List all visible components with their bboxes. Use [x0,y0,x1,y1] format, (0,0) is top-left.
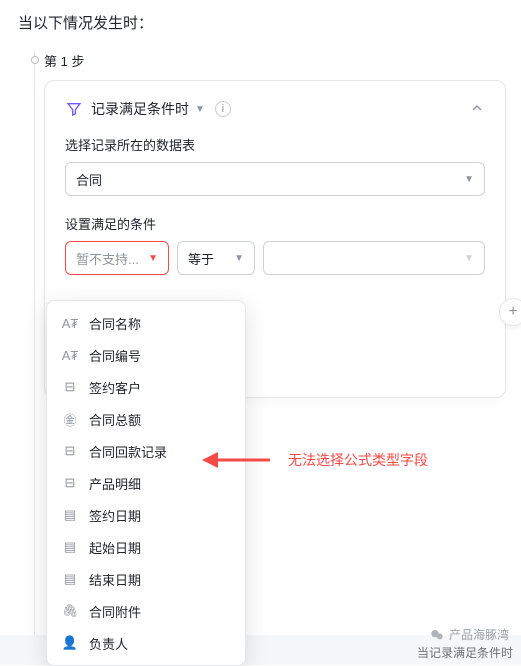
attach-icon: 🖇 [61,602,79,620]
dropdown-item-label: 合同回款记录 [89,442,167,461]
dropdown-item-label: 合同名称 [89,314,141,333]
condition-label: 设置满足的条件 [65,214,485,233]
date-icon: ▤ [61,538,79,556]
card-title: 记录满足条件时 [91,99,189,119]
condition-operator-select[interactable]: 等于 ▼ [177,241,255,275]
dropdown-item[interactable]: ⊟ 签约客户 [47,371,245,403]
dropdown-item-label: 结束日期 [89,570,141,589]
caret-down-icon: ▼ [234,253,244,264]
field-dropdown-menu: A₮合同名称A₮合同编号⊟签约客户㊎合同总额⊟合同回款记录⊟产品明细▤签约日期▤… [46,300,246,666]
op-value: 等于 [188,249,214,268]
dropdown-item[interactable]: ▤ 结束日期 [47,563,245,595]
dropdown-item[interactable]: A₮ 合同编号 [47,339,245,371]
dropdown-item[interactable]: ⊟ 产品明细 [47,467,245,499]
link-icon: ⊟ [61,442,79,460]
caret-down-icon: ▼ [464,174,474,185]
caret-down-icon: ▼ [148,253,158,264]
caret-down-icon: ▼ [464,253,474,264]
condition-row: 暂不支持... ▼ 等于 ▼ ▼ [65,241,485,275]
card-header: 记录满足条件时 ▼ i [65,99,485,119]
text-icon: A₮ [61,346,79,364]
collapse-chevron-icon[interactable] [469,100,485,119]
footer-caption: 当记录满足条件时 [417,644,513,661]
dropdown-item[interactable]: ⊟ 合同回款记录 [47,435,245,467]
dropdown-item-label: 负责人 [89,634,128,653]
dropdown-item-label: 起始日期 [89,538,141,557]
table-select[interactable]: 合同 ▼ [65,162,485,196]
link-icon: ⊟ [61,378,79,396]
dropdown-item-label: 合同附件 [89,602,141,621]
text-icon: A₮ [61,314,79,332]
dropdown-item-label: 合同编号 [89,346,141,365]
table-select-label: 选择记录所在的数据表 [65,135,485,154]
dropdown-item[interactable]: ▤ 签约日期 [47,499,245,531]
tree-line [34,50,35,650]
funnel-icon [65,100,83,118]
callout-text: 无法选择公式类型字段 [288,450,428,470]
condition-field-select[interactable]: 暂不支持... ▼ [65,241,169,275]
wechat-icon [429,627,445,643]
person-icon: 👤 [61,634,79,652]
info-icon[interactable]: i [215,101,231,117]
dropdown-item-label: 合同总额 [89,410,141,429]
footer-brand-text: 产品海豚湾 [449,626,509,643]
table-select-value: 合同 [76,170,102,189]
step-bullet [31,56,39,64]
dropdown-item-label: 产品明细 [89,474,141,493]
dropdown-item[interactable]: 🖇 合同附件 [47,595,245,627]
dropdown-item-label: 签约日期 [89,506,141,525]
page-title: 当以下情况发生时： [0,0,521,43]
link-icon: ⊟ [61,474,79,492]
dropdown-item[interactable]: A₮ 合同名称 [47,307,245,339]
card-title-caret-icon[interactable]: ▼ [195,104,205,115]
money-icon: ㊎ [61,410,79,428]
dropdown-item-label: 签约客户 [89,378,141,397]
dropdown-item[interactable]: ㊎合同总额 [47,403,245,435]
field-placeholder: 暂不支持... [76,249,139,268]
add-step-button[interactable]: + [499,298,521,326]
date-icon: ▤ [61,570,79,588]
footer-brand: 产品海豚湾 [429,626,509,643]
condition-value-select[interactable]: ▼ [263,241,485,275]
date-icon: ▤ [61,506,79,524]
dropdown-item[interactable]: ▤ 起始日期 [47,531,245,563]
dropdown-item[interactable]: 👤 负责人 [47,627,245,659]
step-label: 第 1 步 [44,51,84,70]
